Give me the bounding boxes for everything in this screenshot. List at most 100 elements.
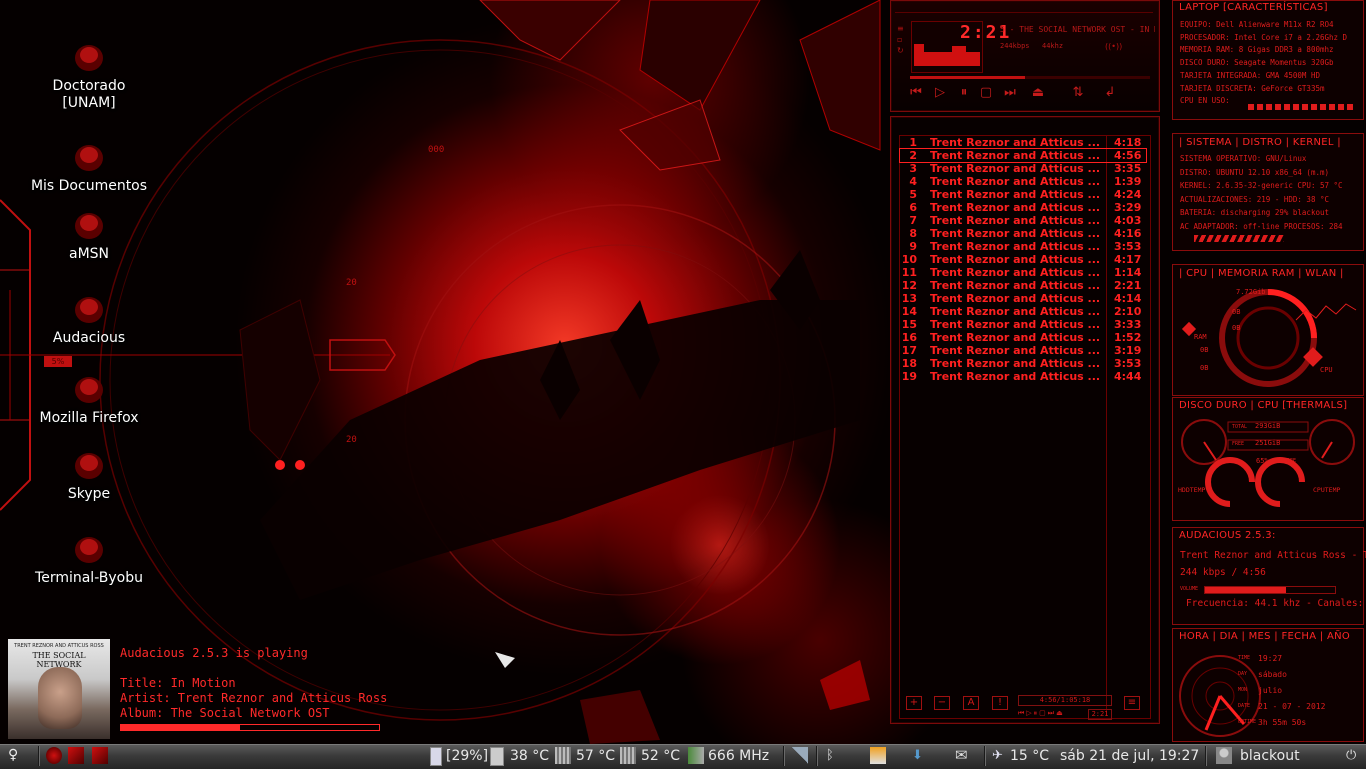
disk-used-label: FREE bbox=[1284, 458, 1297, 464]
power-icon[interactable]: ⏻ bbox=[1346, 747, 1362, 764]
mail-icon[interactable]: ✉ bbox=[955, 747, 975, 764]
cpu-ram-value-2: 0B bbox=[1232, 324, 1241, 332]
battery-icon[interactable] bbox=[430, 747, 442, 766]
pause-button[interactable]: ⏸ bbox=[956, 86, 972, 100]
desktop-icon-mis-documentos[interactable]: Mis Documentos bbox=[4, 140, 174, 195]
taskbar-datetime[interactable]: sáb 21 de jul, 19:27 bbox=[1060, 748, 1199, 764]
playlist-mini-controls[interactable]: ⏮▷⏸▢⏭⏏ bbox=[1018, 709, 1065, 718]
playlist-row[interactable]: 17 Trent Reznor and Atticus ... 3:19 bbox=[900, 344, 1146, 357]
player-titlebar[interactable] bbox=[895, 4, 1153, 13]
conky-laptop-line: DISCO DURO: Seagate Momentus 320Gb bbox=[1180, 58, 1334, 68]
playlist-remove-button[interactable]: − bbox=[934, 696, 950, 710]
launcher-alien-icon[interactable] bbox=[46, 747, 62, 764]
terminal-icon bbox=[69, 532, 109, 566]
playlist-track-number: 2 bbox=[909, 149, 917, 162]
playlist-track-duration: 4:56 bbox=[1114, 149, 1142, 162]
player-shade-icon[interactable]: ▫ bbox=[897, 34, 907, 45]
playlist-row[interactable]: 14 Trent Reznor and Atticus ... 2:10 bbox=[900, 305, 1146, 318]
playlist-track-number: 4 bbox=[909, 175, 917, 188]
desktop-icon-amsn[interactable]: aMSN bbox=[4, 208, 174, 263]
desktop-icon-terminal-byobu[interactable]: Terminal-Byobu bbox=[4, 532, 174, 587]
download-icon[interactable]: ⬇ bbox=[912, 747, 928, 764]
network-signal-icon[interactable] bbox=[792, 747, 808, 764]
temp-1: 38 °C bbox=[510, 748, 550, 764]
taskbar-separator bbox=[984, 746, 986, 766]
previous-button[interactable]: ⏮ bbox=[908, 86, 924, 100]
player-repeat-icon[interactable]: ↻ bbox=[897, 45, 907, 56]
hud-readout-left1: 20 bbox=[346, 278, 357, 288]
next-button[interactable]: ⏭ bbox=[1002, 86, 1018, 100]
clock-row-label: DATE bbox=[1238, 703, 1251, 709]
playlist-row[interactable]: 18 Trent Reznor and Atticus ... 3:53 bbox=[900, 357, 1146, 370]
playlist-row[interactable]: 6 Trent Reznor and Atticus ... 3:29 bbox=[900, 201, 1146, 214]
player-side-controls[interactable]: ≡ ▫ ↻ bbox=[897, 23, 907, 67]
playlist-add-button[interactable]: + bbox=[906, 696, 922, 710]
disk-total: 293GiB bbox=[1255, 422, 1281, 430]
clipboard-icon[interactable] bbox=[870, 747, 886, 764]
playlist-row[interactable]: 5 Trent Reznor and Atticus ... 4:24 bbox=[900, 188, 1146, 201]
playlist-row[interactable]: 11 Trent Reznor and Atticus ... 1:14 bbox=[900, 266, 1146, 279]
playlist-row[interactable]: 15 Trent Reznor and Atticus ... 3:33 bbox=[900, 318, 1146, 331]
launcher-documents-icon[interactable] bbox=[92, 747, 108, 764]
weather-icon[interactable]: ✈ bbox=[992, 747, 1008, 764]
playlist-total-time: 4:56/1:05:18 bbox=[1018, 695, 1112, 706]
conky-laptop-line: TARJETA DISCRETA: GeForce GT335m bbox=[1180, 83, 1325, 93]
playlist-row[interactable]: 7 Trent Reznor and Atticus ... 4:03 bbox=[900, 214, 1146, 227]
playlist-track-number: 16 bbox=[901, 331, 917, 344]
playlist-track-title: Trent Reznor and Atticus ... bbox=[930, 266, 1101, 279]
playlist-row[interactable]: 10 Trent Reznor and Atticus ... 4:17 bbox=[900, 253, 1146, 266]
desktop-icon-mozilla-firefox[interactable]: Mozilla Firefox bbox=[4, 372, 174, 427]
cover-artists: TRENT REZNOR AND ATTICUS ROSS bbox=[14, 643, 104, 649]
repeat-icon[interactable]: ↲ bbox=[1102, 86, 1118, 100]
cpu-ram-value-4: 0B bbox=[1200, 364, 1209, 372]
clock-row-label: MON bbox=[1238, 687, 1248, 693]
eject-button[interactable]: ⏏ bbox=[1030, 86, 1046, 100]
playlist-row[interactable]: 3 Trent Reznor and Atticus ... 3:35 bbox=[900, 162, 1146, 175]
playlist-row[interactable]: 4 Trent Reznor and Atticus ... 1:39 bbox=[900, 175, 1146, 188]
np-album: Album: The Social Network OST bbox=[120, 706, 330, 720]
player-seek-bar[interactable] bbox=[910, 76, 1150, 79]
clock-row-label: UPTIME bbox=[1238, 719, 1257, 725]
playlist-row[interactable]: 1 Trent Reznor and Atticus ... 4:18 bbox=[900, 136, 1146, 149]
shuffle-icon[interactable]: ⇅ bbox=[1070, 86, 1086, 100]
stop-button[interactable]: ▢ bbox=[978, 86, 994, 100]
playlist-track-duration: 4:14 bbox=[1114, 292, 1142, 305]
playlist-row[interactable]: 19 Trent Reznor and Atticus ... 4:44 bbox=[900, 370, 1146, 383]
playlist-row[interactable]: 12 Trent Reznor and Atticus ... 2:21 bbox=[900, 279, 1146, 292]
conky-system-line: KERNEL: 2.6.35-32-generic CPU: 57 °C bbox=[1180, 181, 1343, 190]
battery-percent: [29%] bbox=[446, 748, 489, 764]
taskbar-separator bbox=[783, 746, 785, 766]
hdd-temp-icon bbox=[490, 747, 504, 766]
desktop-icon-doctorado[interactable]: Doctorado [UNAM] bbox=[4, 40, 174, 112]
launcher-folder-icon[interactable] bbox=[68, 747, 84, 764]
playlist-row[interactable]: 8 Trent Reznor and Atticus ... 4:16 bbox=[900, 227, 1146, 240]
desktop-icon-skype[interactable]: Skype bbox=[4, 448, 174, 503]
playlist-select-button[interactable]: A bbox=[963, 696, 979, 710]
main-menu-icon[interactable]: ♀ bbox=[8, 747, 24, 764]
player-menu-icon[interactable]: ≡ bbox=[897, 23, 907, 34]
playlist-row[interactable]: 16 Trent Reznor and Atticus ... 1:52 bbox=[900, 331, 1146, 344]
desktop-icon-audacious[interactable]: Audacious bbox=[4, 292, 174, 347]
playlist-track-title: Trent Reznor and Atticus ... bbox=[930, 149, 1101, 162]
clock-row-value: 21 - 07 - 2012 bbox=[1258, 702, 1326, 711]
user-avatar-icon[interactable] bbox=[1216, 747, 1232, 764]
hud-badge: 5% bbox=[44, 356, 72, 367]
player-samplerate: 44khz bbox=[1042, 42, 1064, 50]
bluetooth-icon[interactable]: ᛒ bbox=[826, 747, 842, 764]
playlist-row[interactable]: 9 Trent Reznor and Atticus ... 3:53 bbox=[900, 240, 1146, 253]
taskbar-username[interactable]: blackout bbox=[1240, 748, 1300, 764]
cpu-freq-icon bbox=[688, 747, 704, 764]
weather-temp[interactable]: 15 °C bbox=[1010, 748, 1049, 764]
clock-row-value: julio bbox=[1258, 686, 1283, 695]
desktop-icon-label: Doctorado [UNAM] bbox=[52, 78, 126, 111]
playlist-list-icon[interactable]: ≡ bbox=[1124, 696, 1140, 710]
conky-laptop-line: CPU EN USO: bbox=[1180, 96, 1230, 106]
terminal-icon-shape bbox=[75, 537, 103, 563]
folder-icon bbox=[69, 40, 109, 74]
conky-volume-bar bbox=[1204, 586, 1336, 594]
playlist-row[interactable]: 13 Trent Reznor and Atticus ... 4:14 bbox=[900, 292, 1146, 305]
playlist-row[interactable]: 2 Trent Reznor and Atticus ... 4:56 bbox=[899, 148, 1147, 163]
audacious-player-window[interactable]: ≡ ▫ ↻ bbox=[890, 0, 1160, 112]
play-button[interactable]: ▷ bbox=[932, 86, 948, 100]
playlist-misc-button[interactable]: ! bbox=[992, 696, 1008, 710]
